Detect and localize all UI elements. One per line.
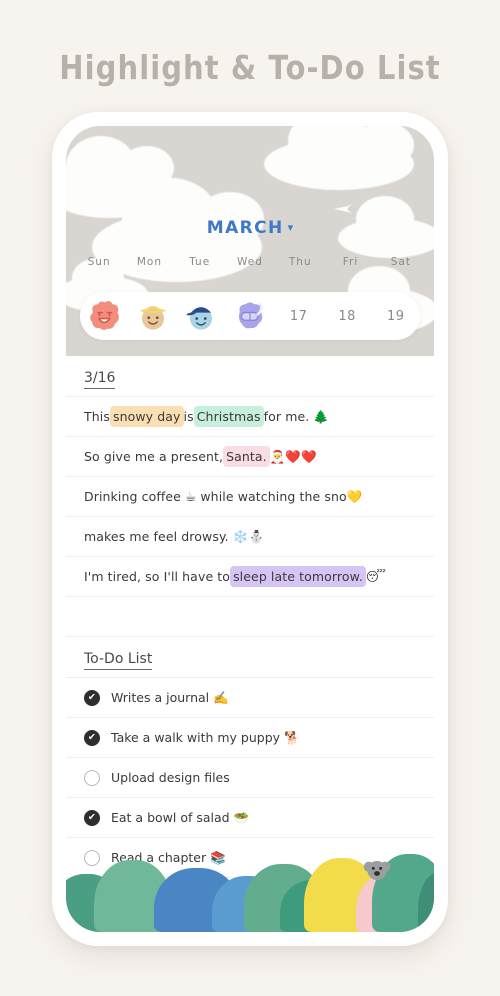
todo-item-label: Upload design files <box>111 770 230 785</box>
weekday-fri: Fri <box>342 256 359 268</box>
notes-body: 3/16 This snowy day is Christmas for me.… <box>66 356 434 878</box>
plain-text: This <box>84 408 110 424</box>
highlighted-text: snowy day <box>109 406 184 427</box>
weekday-sun: Sun <box>87 256 111 268</box>
month-label: MARCH <box>206 218 284 238</box>
todo-item-label: Take a walk with my puppy 🐕 <box>111 729 300 745</box>
todo-item[interactable]: ✔ Eat a bowl of salad 🥗 <box>66 798 434 838</box>
forest-illustration <box>66 836 434 932</box>
weekday-tue: Tue <box>189 256 211 268</box>
weekday-sat: Sat <box>390 256 411 268</box>
weekday-thu: Thu <box>288 256 312 268</box>
plain-text: I'm tired, so I'll have to <box>84 568 231 584</box>
app-root: Highlight & To-Do List MARCH ▾ Sun Mon T… <box>0 0 500 996</box>
sticker-pink-wink-face-glyph <box>90 301 120 330</box>
page-title: Highlight & To-Do List <box>59 48 441 87</box>
cloud-icon <box>264 126 414 190</box>
sticker-straw-hat-face[interactable] <box>129 292 178 340</box>
sticker-snorkel-face[interactable] <box>226 292 275 340</box>
plain-text: 🎅❤️❤️ <box>269 448 317 464</box>
journal-line[interactable]: makes me feel drowsy. ❄️⛄ <box>66 517 434 557</box>
plain-text: Drinking coffee ☕ while watching the sno… <box>84 488 363 504</box>
checkbox-checked-icon[interactable]: ✔ <box>84 689 100 706</box>
plain-text: makes me feel drowsy. ❄️⛄ <box>84 528 265 544</box>
sticker-snorkel-face-glyph <box>238 302 263 329</box>
todo-header: To-Do List <box>66 637 434 678</box>
todo-item[interactable]: ✔ Writes a journal ✍️ <box>66 678 434 718</box>
todo-item-label: Eat a bowl of salad 🥗 <box>111 809 250 825</box>
phone-screen: MARCH ▾ Sun Mon Tue Wed Thu Fri Sat 17 1… <box>66 126 434 932</box>
journal-line[interactable]: This snowy day is Christmas for me. 🌲 <box>66 397 434 437</box>
plain-text: So give me a present, <box>84 448 224 464</box>
calendar-header: MARCH ▾ Sun Mon Tue Wed Thu Fri Sat 17 1… <box>66 126 434 356</box>
date-strip: 17 18 19 <box>80 292 420 340</box>
highlighted-text: Santa. <box>223 446 270 467</box>
sticker-blue-cap-face[interactable] <box>177 292 226 340</box>
chevron-down-icon[interactable]: ▾ <box>288 222 294 234</box>
highlighted-text: Christmas <box>193 406 264 427</box>
journal-line-empty[interactable] <box>66 597 434 637</box>
journal-date-label: 3/16 <box>84 370 116 389</box>
weekday-wed: Wed <box>237 256 263 268</box>
checkbox-checked-icon[interactable]: ✔ <box>84 809 100 826</box>
journal-line[interactable]: Drinking coffee ☕ while watching the sno… <box>66 477 434 517</box>
todo-title: To-Do List <box>84 651 153 670</box>
todo-item[interactable]: Upload design files <box>66 758 434 798</box>
journal-line[interactable]: So give me a present, Santa. 🎅❤️❤️ <box>66 437 434 477</box>
weekday-header: Sun Mon Tue Wed Thu Fri Sat <box>66 256 434 268</box>
plain-text: 😴 <box>365 568 387 584</box>
sticker-pink-wink-face[interactable] <box>80 292 129 340</box>
sticker-blue-cap-face-glyph <box>186 307 213 330</box>
checkbox-checked-icon[interactable]: ✔ <box>84 729 100 746</box>
date-17[interactable]: 17 <box>274 292 323 340</box>
journal-line-list: This snowy day is Christmas for me. 🌲 So … <box>66 397 434 637</box>
sticker-straw-hat-face-glyph <box>139 306 167 330</box>
month-selector[interactable]: MARCH ▾ <box>66 218 434 238</box>
todo-item[interactable]: ✔ Take a walk with my puppy 🐕 <box>66 718 434 758</box>
journal-line[interactable]: I'm tired, so I'll have to sleep late to… <box>66 557 434 597</box>
highlighted-text: sleep late tomorrow. <box>230 566 366 587</box>
koala-icon <box>363 860 391 881</box>
airplane-icon <box>334 202 352 217</box>
plain-text: is <box>183 408 194 424</box>
plain-text: for me. 🌲 <box>263 408 330 424</box>
weekday-mon: Mon <box>136 256 162 268</box>
todo-item-label: Writes a journal ✍️ <box>111 689 229 705</box>
journal-date-header: 3/16 <box>66 356 434 397</box>
date-19[interactable]: 19 <box>371 292 420 340</box>
phone-frame: MARCH ▾ Sun Mon Tue Wed Thu Fri Sat 17 1… <box>52 112 448 946</box>
date-18[interactable]: 18 <box>323 292 372 340</box>
checkbox-unchecked-icon[interactable] <box>84 769 100 786</box>
